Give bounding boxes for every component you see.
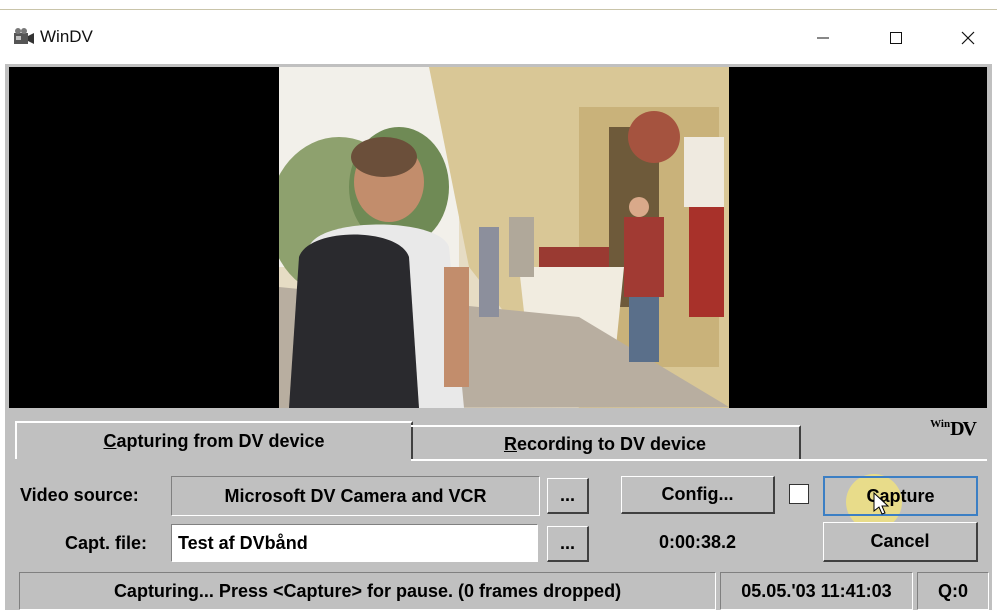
tab-capturing-label: apturing from DV device [116,430,325,451]
title-bar[interactable]: WinDV [0,10,997,66]
capture-checkbox[interactable] [789,484,809,504]
video-source-field: Microsoft DV Camera and VCR [171,476,540,516]
tab-capturing-accel: C [103,430,117,451]
elapsed-time: 0:00:38.2 [658,532,737,552]
maximize-icon [889,31,903,50]
tab-recording-accel: R [503,433,517,454]
video-camera-icon [12,27,36,47]
video-frame [279,67,729,408]
status-datetime: 05.05.'03 11:41:03 [720,572,913,610]
close-icon [961,31,975,50]
window-title: WinDV [40,27,93,46]
tab-capturing[interactable]: Capturing from DV device [15,421,413,459]
pointer-cursor-icon [873,491,890,521]
status-queue: Q:0 [917,572,989,610]
top-border [0,0,997,10]
config-button[interactable]: Config... [621,476,775,514]
capt-file-label: Capt. file: [65,533,148,553]
capture-button[interactable]: Capture [823,476,978,516]
cancel-button[interactable]: Cancel [823,522,978,562]
tab-divider [411,459,987,461]
maximize-button[interactable] [866,20,926,60]
windv-logo: WinDV [930,418,977,440]
browse-file-button[interactable]: ... [547,526,589,562]
capt-file-input[interactable]: Test af DVbånd [171,524,538,562]
status-message: Capturing... Press <Capture> for pause. … [19,572,716,610]
video-preview [9,67,987,408]
tab-recording[interactable]: Recording to DV device [411,425,801,461]
video-source-label: Video source: [20,485,139,505]
minimize-icon [816,31,830,50]
close-button[interactable] [938,20,997,60]
minimize-button[interactable] [793,20,853,60]
tab-recording-label: ecording to DV device [516,433,707,454]
browse-source-button[interactable]: ... [547,478,589,514]
